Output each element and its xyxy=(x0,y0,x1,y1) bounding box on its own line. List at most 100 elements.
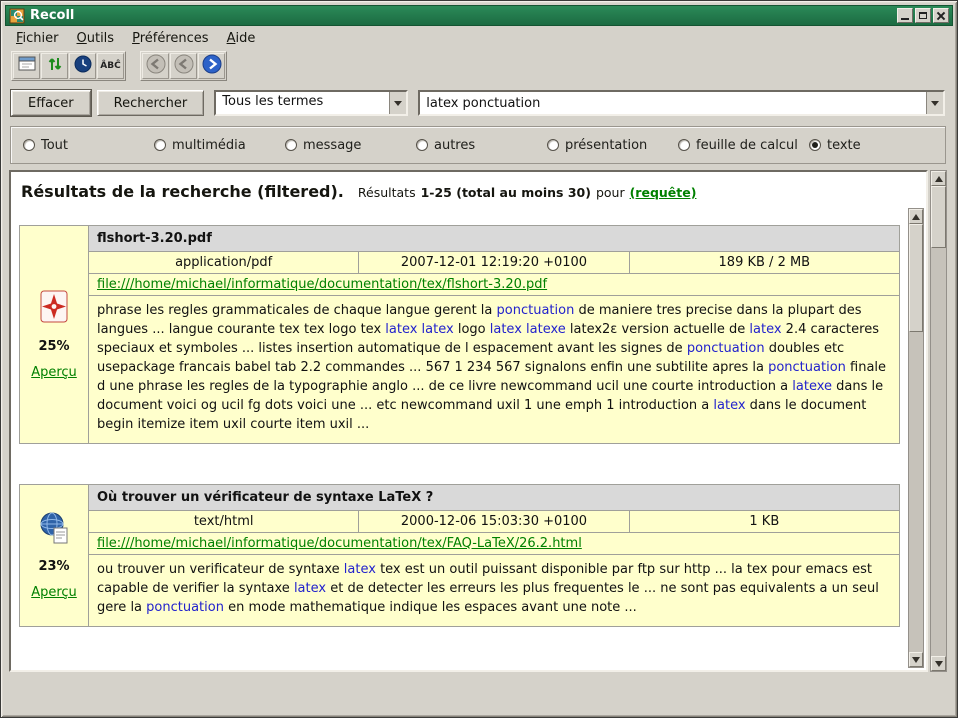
results-title: Résultats de la recherche (filtered). xyxy=(21,182,344,201)
search-query-combo xyxy=(418,90,945,116)
results-header: Résultats de la recherche (filtered).Rés… xyxy=(21,182,916,201)
result-size: 189 KB / 2 MB xyxy=(630,252,899,273)
toolbar-group-navigation xyxy=(140,51,227,81)
app-icon xyxy=(9,8,25,24)
first-page-button[interactable] xyxy=(142,53,169,79)
clear-search-icon xyxy=(18,56,36,76)
filter-label: autres xyxy=(434,138,475,153)
window-controls xyxy=(897,8,949,23)
inner-scroll-up-button[interactable] xyxy=(909,209,923,224)
search-controls: Effacer Rechercher Tous les termes xyxy=(11,90,945,116)
result-url-row: file:///home/michael/informatique/docume… xyxy=(89,533,899,555)
history-button[interactable] xyxy=(69,53,96,79)
menu-fichier[interactable]: Fichier xyxy=(7,29,68,48)
filter-label: présentation xyxy=(565,138,647,153)
result-date: 2007-12-01 12:19:20 +0100 xyxy=(359,252,629,273)
minimize-icon xyxy=(901,18,909,20)
menu-aide[interactable]: Aide xyxy=(218,29,265,48)
results-count-range: 1-25 (total au moins 30) xyxy=(421,185,591,200)
arrow-up-icon xyxy=(935,176,943,182)
results-summary: Résultats1-25 (total au moins 30)pour(re… xyxy=(358,185,702,200)
toolbar: ÂBĈ xyxy=(11,51,227,81)
query-history-dropdown[interactable] xyxy=(926,92,943,114)
radio-icon xyxy=(416,139,428,151)
results-content: Résultats de la recherche (filtered).Rés… xyxy=(11,172,926,670)
maximize-button[interactable] xyxy=(915,8,931,23)
filter-label: message xyxy=(303,138,361,153)
results-count-suffix: pour xyxy=(596,185,625,200)
result-info-row: application/pdf 2007-12-01 12:19:20 +010… xyxy=(89,252,899,274)
filter-autres[interactable]: autres xyxy=(416,138,547,153)
menubar: Fichier Outils Préférences Aide xyxy=(7,28,951,49)
filter-label: multimédia xyxy=(172,138,246,153)
filter-feuille-de-calcul[interactable]: feuille de calcul xyxy=(678,138,809,153)
outer-scroll-down-button[interactable] xyxy=(931,656,946,671)
pdf-icon xyxy=(38,290,70,328)
search-mode-select[interactable]: Tous les termes xyxy=(214,90,408,116)
menu-outils[interactable]: Outils xyxy=(68,29,124,48)
filter-label: texte xyxy=(827,138,861,153)
query-details-link[interactable]: (requête) xyxy=(630,185,697,200)
filter-bar: Tout multimédia message autres présentat… xyxy=(10,126,946,164)
search-query-input[interactable] xyxy=(420,92,926,114)
outer-scrollbar-thumb[interactable] xyxy=(931,186,946,248)
filter-label: Tout xyxy=(41,138,68,153)
inner-scrollbar-trough[interactable] xyxy=(909,332,923,652)
result-entry: 25% Aperçu flshort-3.20.pdf application/… xyxy=(19,225,900,444)
result-size: 1 KB xyxy=(630,511,899,532)
result-url-link[interactable]: file:///home/michael/informatique/docume… xyxy=(97,536,582,551)
clock-icon xyxy=(74,55,92,77)
relevance-percent: 23% xyxy=(38,559,69,574)
filter-multimedia[interactable]: multimédia xyxy=(154,138,285,153)
result-info-row: text/html 2000-12-06 15:03:30 +0100 1 KB xyxy=(89,511,899,533)
close-button[interactable] xyxy=(933,8,949,23)
inner-scrollbar-thumb[interactable] xyxy=(909,224,923,332)
filter-label: feuille de calcul xyxy=(696,138,798,153)
triangle-down-icon xyxy=(931,101,939,106)
radio-icon xyxy=(809,139,821,151)
preview-link[interactable]: Aperçu xyxy=(31,585,77,600)
filter-presentation[interactable]: présentation xyxy=(547,138,678,153)
outer-scrollbar[interactable] xyxy=(930,170,947,672)
preview-link[interactable]: Aperçu xyxy=(31,365,77,380)
titlebar[interactable]: Recoll xyxy=(5,5,953,26)
chevron-down-icon[interactable] xyxy=(389,92,406,114)
result-detail-table: Où trouver un vérificateur de syntaxe La… xyxy=(89,484,900,627)
html-icon xyxy=(39,512,69,548)
radio-icon xyxy=(154,139,166,151)
sort-arrows-icon xyxy=(47,55,63,77)
outer-scrollbar-trough[interactable] xyxy=(931,248,946,656)
term-explorer-button[interactable]: ÂBĈ xyxy=(97,53,124,79)
next-page-button[interactable] xyxy=(198,53,225,79)
arrow-down-icon xyxy=(912,657,920,663)
filter-tout[interactable]: Tout xyxy=(23,138,154,153)
result-side-panel: 25% Aperçu xyxy=(19,225,89,444)
sort-by-dates-button[interactable] xyxy=(41,53,68,79)
inner-scrollbar[interactable] xyxy=(908,208,924,668)
filter-message[interactable]: message xyxy=(285,138,416,153)
result-snippet: phrase les regles grammaticales de chaqu… xyxy=(89,296,899,443)
result-filename: flshort-3.20.pdf xyxy=(89,226,899,252)
result-mime: application/pdf xyxy=(89,252,359,273)
relevance-percent: 25% xyxy=(38,339,69,354)
result-entry: 23% Aperçu Où trouver un vérificateur de… xyxy=(19,484,900,627)
result-url-link[interactable]: file:///home/michael/informatique/docume… xyxy=(97,277,547,292)
clear-search-button[interactable] xyxy=(13,53,40,79)
result-filename: Où trouver un vérificateur de syntaxe La… xyxy=(89,485,899,511)
filter-texte[interactable]: texte xyxy=(809,138,861,153)
minimize-button[interactable] xyxy=(897,8,913,23)
menu-preferences[interactable]: Préférences xyxy=(123,29,217,48)
result-mime: text/html xyxy=(89,511,359,532)
arrow-left-icon xyxy=(146,54,166,78)
inner-scroll-down-button[interactable] xyxy=(909,652,923,667)
toolbar-group-tools: ÂBĈ xyxy=(11,51,126,81)
outer-scroll-up-button[interactable] xyxy=(931,171,946,186)
results-view: Résultats de la recherche (filtered).Rés… xyxy=(9,170,928,672)
arrow-up-icon xyxy=(912,214,920,220)
arrow-down-icon xyxy=(935,661,943,667)
prev-page-button[interactable] xyxy=(170,53,197,79)
search-button[interactable]: Rechercher xyxy=(97,90,205,116)
clear-button[interactable]: Effacer xyxy=(11,90,91,116)
result-detail-table: flshort-3.20.pdf application/pdf 2007-12… xyxy=(89,225,900,444)
radio-icon xyxy=(678,139,690,151)
